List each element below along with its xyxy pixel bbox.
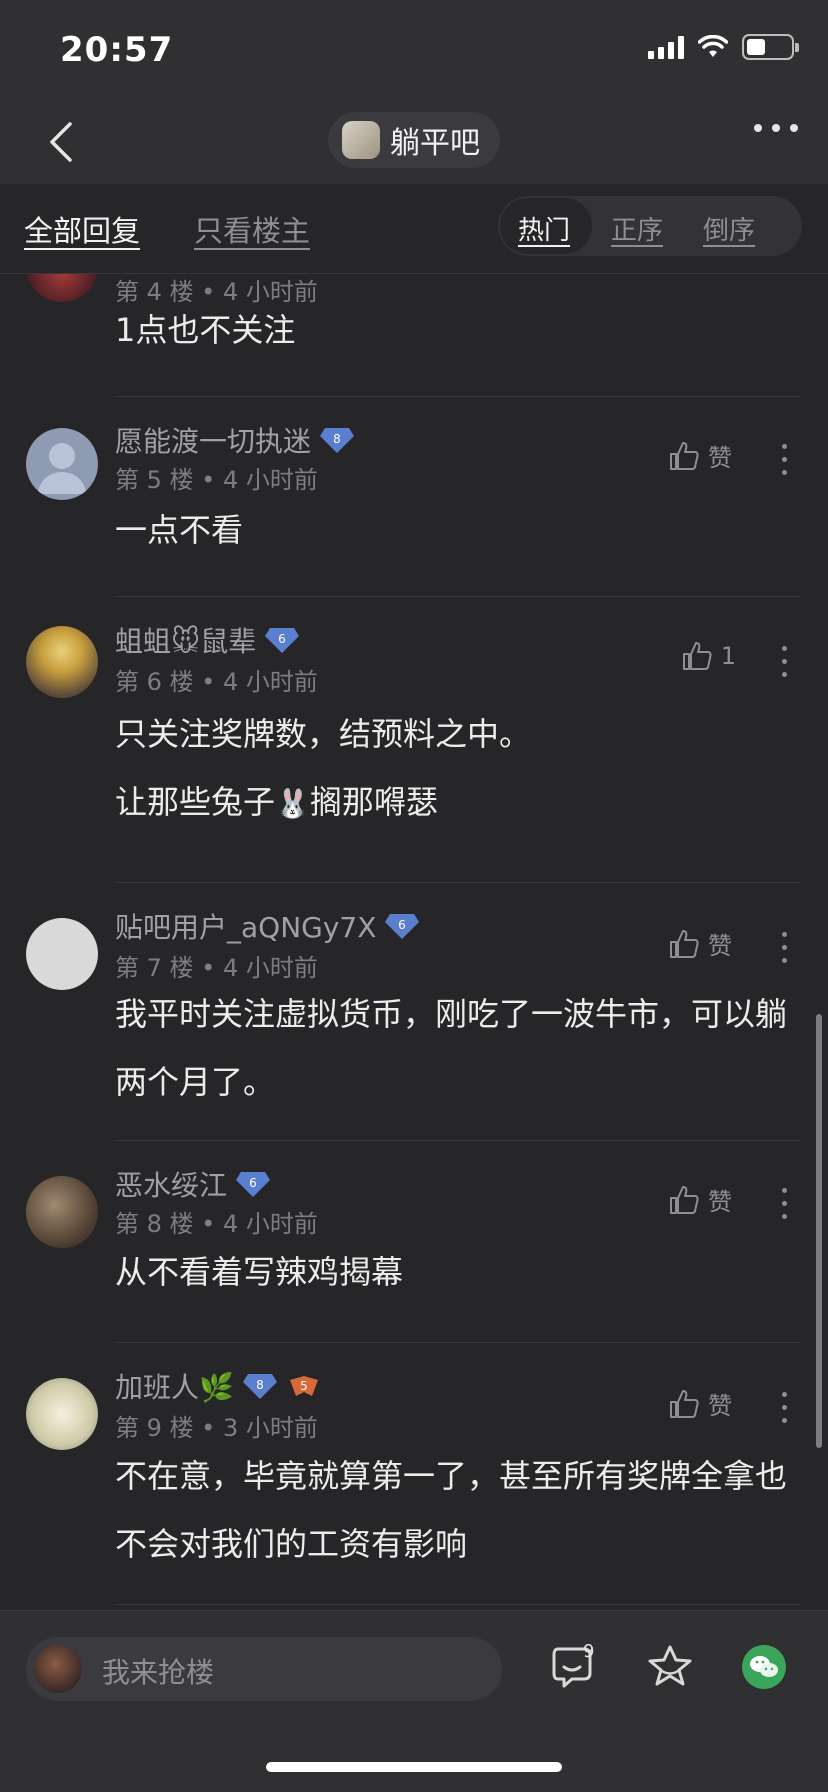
sort-desc[interactable]: 倒序	[703, 210, 755, 247]
divider	[115, 1604, 800, 1605]
star-icon[interactable]	[644, 1641, 696, 1693]
user-name-row[interactable]: 愿能渡一切执迷 8	[115, 420, 355, 460]
battery-icon	[742, 34, 799, 60]
comment-count: 9	[583, 1641, 595, 1662]
thumb-up-icon	[670, 929, 699, 958]
thumb-up-icon	[670, 441, 699, 470]
signal-icon	[648, 35, 684, 59]
user-avatar[interactable]	[26, 918, 98, 990]
like-button[interactable]: 赞	[668, 1182, 732, 1217]
user-avatar[interactable]	[26, 428, 98, 500]
more-icon[interactable]	[754, 124, 798, 132]
reply-item: 第 4 楼 • 4 小时前 1点也不关注	[0, 274, 828, 374]
user-name-row[interactable]: 贴吧用户_aQNGy7X 6	[115, 906, 420, 946]
user-avatar[interactable]	[26, 1176, 98, 1248]
my-avatar	[34, 1645, 82, 1693]
reply-item: 贴吧用户_aQNGy7X 6 第 7 楼 • 4 小时前 赞 我平时关注虚拟货币…	[0, 882, 828, 1138]
svg-text:6: 6	[278, 632, 286, 646]
sort-switch: 热门 正序 倒序	[498, 196, 802, 256]
like-button[interactable]: 赞	[668, 926, 732, 961]
reply-content: 1点也不关注	[115, 311, 296, 349]
reply-item: 恶水绥江 6 第 8 楼 • 4 小时前 赞 从不看着写辣鸡揭幕	[0, 1140, 828, 1340]
reply-input[interactable]: 我来抢楼	[26, 1637, 502, 1701]
reply-content: 从不看着写辣鸡揭幕	[115, 1253, 404, 1291]
like-button[interactable]: 赞	[668, 438, 732, 473]
thumb-up-icon	[682, 642, 712, 670]
tab-all-replies[interactable]: 全部回复	[24, 208, 140, 250]
svg-text:6: 6	[249, 1176, 257, 1190]
reply-placeholder: 我来抢楼	[102, 1656, 215, 1689]
level-badge: 8	[319, 426, 355, 454]
reply-content: 一点不看	[115, 511, 244, 549]
reply-content: 我平时关注虚拟货币，刚吃了一波牛市，可以躺两个月了。	[115, 995, 788, 1101]
floor-info: 第 5 楼 • 4 小时前	[115, 466, 318, 494]
wechat-share-icon[interactable]	[742, 1645, 786, 1689]
svg-text:6: 6	[399, 918, 407, 932]
reply-item: 蛆蛆🐭鼠辈 6 第 6 楼 • 4 小时前 1 只关注奖牌数，结预料之中。 让那…	[0, 596, 828, 846]
sort-hot[interactable]: 热门	[518, 210, 570, 247]
nav-bar: 躺平吧	[0, 100, 828, 184]
level-badge: 6	[384, 912, 420, 940]
user-avatar[interactable]	[26, 274, 98, 302]
post-more-icon[interactable]	[782, 1188, 790, 1219]
post-more-icon[interactable]	[782, 932, 790, 963]
level-badge: 6	[235, 1170, 271, 1198]
scrollbar[interactable]	[816, 1014, 822, 1448]
user-name-row[interactable]: 加班人🌿 8 5	[115, 1366, 322, 1406]
user-name[interactable]: 蛆蛆🐭鼠辈	[115, 620, 256, 660]
reply-list: 第 4 楼 • 4 小时前 1点也不关注 愿能渡一切执迷 8 第 5 楼 • 4…	[0, 274, 828, 1610]
like-button[interactable]: 1	[681, 640, 736, 672]
reply-filter-bar: 全部回复 只看楼主 热门 正序 倒序	[0, 184, 828, 274]
reply-item: 愿能渡一切执迷 8 第 5 楼 • 4 小时前 赞 一点不看	[0, 396, 828, 596]
svg-text:8: 8	[333, 432, 341, 446]
user-name-row[interactable]: 恶水绥江 6	[115, 1164, 271, 1204]
reply-item: 加班人🌿 8 5 第 9 楼 • 3 小时前 赞 不在意，毕竟就算第一了，甚至所…	[0, 1342, 828, 1602]
status-bar: 20:57	[0, 0, 828, 100]
forum-button[interactable]: 躺平吧	[328, 112, 500, 168]
user-name[interactable]: 愿能渡一切执迷	[115, 420, 311, 460]
reply-content: 不在意，毕竟就算第一了，甚至所有奖牌全拿也不会对我们的工资有影响	[115, 1457, 788, 1563]
home-indicator	[266, 1762, 562, 1772]
post-more-icon[interactable]	[782, 1392, 790, 1423]
svg-text:8: 8	[256, 1378, 264, 1392]
post-more-icon[interactable]	[782, 444, 790, 475]
level-badge: 8	[242, 1372, 278, 1400]
status-time: 20:57	[60, 30, 174, 70]
user-name[interactable]: 加班人🌿	[115, 1366, 234, 1406]
fan-badge: 5	[286, 1372, 322, 1400]
floor-info: 第 9 楼 • 3 小时前	[115, 1414, 318, 1442]
svg-text:5: 5	[300, 1379, 308, 1393]
forum-name: 躺平吧	[390, 126, 480, 161]
floor-info: 第 6 楼 • 4 小时前	[115, 668, 318, 696]
user-name[interactable]: 贴吧用户_aQNGy7X	[115, 906, 376, 946]
user-avatar[interactable]	[26, 626, 98, 698]
tab-owner-only[interactable]: 只看楼主	[194, 208, 310, 250]
forum-avatar	[342, 121, 380, 159]
wifi-icon	[698, 35, 728, 57]
user-avatar[interactable]	[26, 1378, 98, 1450]
user-name-row[interactable]: 蛆蛆🐭鼠辈 6	[115, 620, 300, 660]
thumb-up-icon	[670, 1185, 699, 1214]
like-button[interactable]: 赞	[668, 1386, 732, 1421]
floor-info: 第 7 楼 • 4 小时前	[115, 954, 318, 982]
user-name[interactable]: 恶水绥江	[115, 1164, 227, 1204]
level-badge: 6	[264, 626, 300, 654]
sort-asc[interactable]: 正序	[611, 210, 663, 247]
reply-content: 只关注奖牌数，结预料之中。 让那些兔子🐰搁那嘚瑟	[115, 715, 532, 821]
post-more-icon[interactable]	[782, 646, 790, 677]
thumb-up-icon	[670, 1389, 699, 1418]
status-icons	[648, 34, 799, 60]
floor-info: 第 8 楼 • 4 小时前	[115, 1210, 318, 1238]
back-icon[interactable]	[40, 118, 88, 166]
